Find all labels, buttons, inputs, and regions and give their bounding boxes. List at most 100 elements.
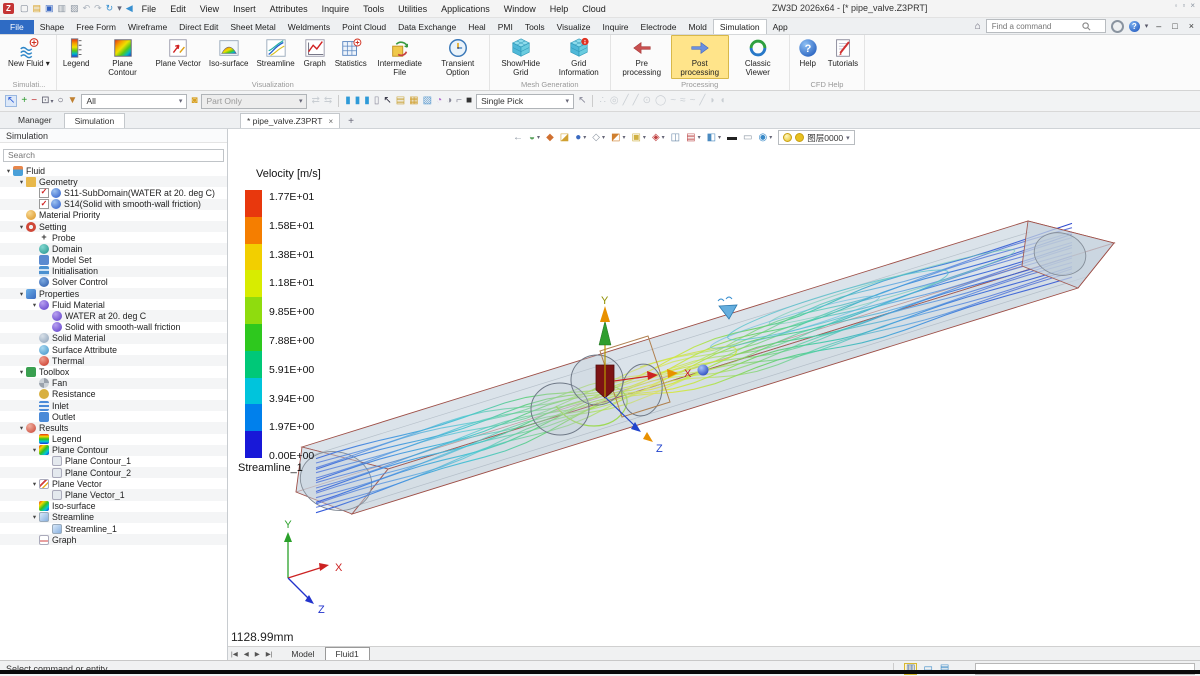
zw3d-logo[interactable]: Z [3,3,14,14]
tree-item-probe[interactable]: +Probe [0,232,227,243]
arc-tool-icon[interactable]: ~ [690,96,696,106]
ribbon-tab-visualize[interactable]: Visualize [551,20,597,34]
ribbon-tab-wireframe[interactable]: Wireframe [122,20,173,34]
material-icon[interactable]: ◪ [560,133,569,143]
collapse-icon[interactable]: ◀ [126,4,133,13]
tree-item-plane-contour[interactable]: ▾Plane Contour [0,445,227,456]
background-icon[interactable]: ▣ [631,133,640,143]
ribbon-button-new-fluid[interactable]: New Fluid ▾ [4,35,54,79]
tree-item-legend[interactable]: Legend [0,434,227,445]
ribbon-button-legend[interactable]: Legend [59,35,94,79]
tree-item-water-at-20-deg-c[interactable]: WATER at 20. deg C [0,310,227,321]
menu-file[interactable]: File [135,4,164,14]
menu-window[interactable]: Window [497,4,543,14]
viewport-3d-scene[interactable]: Y X Z [228,129,1200,647]
expand-arrow-icon[interactable]: ▾ [30,301,39,309]
menu-view[interactable]: View [193,4,226,14]
white-view-icon[interactable]: ▭ [743,133,752,143]
ribbon-tab-inquire[interactable]: Inquire [597,20,635,34]
tree-item-streamline[interactable]: ▾Streamline [0,512,227,523]
menu-insert[interactable]: Insert [226,4,263,14]
black-view-icon[interactable]: ▬ [727,133,737,143]
ribbon-tab-pmi[interactable]: PMI [492,20,519,34]
scene-mode-icon[interactable]: ◙ [191,96,197,106]
point-tool-icon[interactable]: ∴ [599,96,605,106]
tree-item-model-set[interactable]: Model Set [0,255,227,266]
remove-select-icon[interactable]: − [31,96,37,106]
tree-item-domain[interactable]: Domain [0,243,227,254]
ribbon-tab-shape[interactable]: Shape [34,20,71,34]
menu-utilities[interactable]: Utilities [391,4,434,14]
tree-item-results[interactable]: ▾Results [0,422,227,433]
clip-y-icon[interactable]: ▮ [355,96,361,106]
pan-tool-icon[interactable]: ◖ [719,96,725,106]
ribbon-button-graph[interactable]: Graph [299,35,331,79]
menu-edit[interactable]: Edit [163,4,193,14]
ribbon-button-plane-contour[interactable]: Plane Contour [94,35,152,79]
ribbon-tab-data-exchange[interactable]: Data Exchange [392,20,462,34]
tree-item-solver-control[interactable]: Solver Control [0,277,227,288]
graphics-viewport[interactable]: Y X Z [228,129,1200,660]
circle-tool-icon[interactable]: ⊙ [643,96,651,106]
pick-mode-combo[interactable]: Single Pick▾ [476,94,574,109]
pick-arrow-icon[interactable]: ↖ [578,96,586,106]
display-mode-icon[interactable]: ● [575,133,581,143]
save-icon[interactable]: ▣ [45,4,54,13]
home-icon[interactable]: ⌂ [975,21,981,32]
float-icon-0[interactable]: ◦ [1175,2,1178,10]
new-file-icon[interactable]: ▢ [20,4,29,13]
expand-arrow-icon[interactable]: ▾ [17,424,26,432]
ribbon-button-intermediate-file[interactable]: Intermediate File [371,35,429,79]
expand-arrow-icon[interactable]: ▾ [17,290,26,298]
ribbon-tab-heal[interactable]: Heal [462,20,491,34]
ribbon-button-transient-option[interactable]: Transient Option [429,35,487,79]
tree-item-fluid[interactable]: ▾Fluid [0,165,227,176]
ribbon-tab-direct-edit[interactable]: Direct Edit [173,20,224,34]
ribbon-button-grid-information[interactable]: Grid Information [550,35,608,79]
ribbon-button-classic-viewer[interactable]: Classic Viewer [729,35,787,79]
ribbon-tab-tools[interactable]: Tools [519,20,551,34]
find-command-input[interactable] [990,21,1082,32]
tree-item-thermal[interactable]: Thermal [0,355,227,366]
gear-icon[interactable] [1111,20,1124,33]
ribbon-tab-app[interactable]: App [767,20,794,34]
tree-item-fan[interactable]: Fan [0,378,227,389]
ribbon-tab-sheet-metal[interactable]: Sheet Metal [224,20,281,34]
unlock-icon[interactable]: ◩ [611,133,620,143]
ribbon-tab-point-cloud[interactable]: Point Cloud [336,20,392,34]
flag-icon[interactable]: ⌐ [456,96,462,106]
document-tab[interactable]: * pipe_valve.Z3PRT × [240,113,340,128]
tree-item-properties[interactable]: ▾Properties [0,288,227,299]
print-icon[interactable]: ▥ [58,4,67,13]
folder-view-icon[interactable]: ▧ [423,96,432,106]
tree-item-iso-surface[interactable]: Iso-surface [0,501,227,512]
redo-icon[interactable]: ↷ [94,4,102,13]
tree-item-resistance[interactable]: Resistance [0,389,227,400]
half-section-icon[interactable]: ◫ [671,133,680,143]
ribbon-button-show-hide-grid[interactable]: Show/Hide Grid [492,35,550,79]
clip-off-icon[interactable]: ▯ [374,96,380,106]
ribbon-button-plane-vector[interactable]: Plane Vector [152,35,205,79]
layer-combo[interactable]: 图层0000 ▾ [778,130,854,145]
tree-item-fluid-material[interactable]: ▾Fluid Material [0,299,227,310]
ellipse-tool-icon[interactable]: ◯ [655,96,666,106]
undo-icon[interactable]: ↶ [83,4,91,13]
help-icon[interactable]: ? [1129,21,1140,32]
expand-arrow-icon[interactable]: ▾ [30,513,39,521]
tree-item-geometry[interactable]: ▾Geometry [0,176,227,187]
tree-display-icon[interactable]: ◧ [707,133,716,143]
expand-arrow-icon[interactable]: ▾ [17,178,26,186]
open-file-icon[interactable]: ▤ [33,4,42,13]
ribbon-tab-weldments[interactable]: Weldments [282,20,336,34]
tree-item-s11-subdomain-water-at-20-deg-c[interactable]: ✓S11-SubDomain(WATER at 20. deg C) [0,187,227,198]
orientation-triad[interactable]: Y X Z [284,519,343,616]
lens-icon[interactable]: ◉ [759,133,768,143]
ribbon-tab-free-form[interactable]: Free Form [70,20,122,34]
tree-item-solid-with-smooth-wall-friction[interactable]: Solid with smooth-wall friction [0,322,227,333]
ribbon-tab-file[interactable]: File [0,20,34,34]
segment-tool-icon[interactable]: ╱ [699,96,705,106]
exit-view-icon[interactable]: ← [513,133,523,143]
menu-cloud[interactable]: Cloud [575,4,613,14]
ribbon-button-statistics[interactable]: Statistics [331,35,371,79]
tree-search-input[interactable] [3,149,224,162]
